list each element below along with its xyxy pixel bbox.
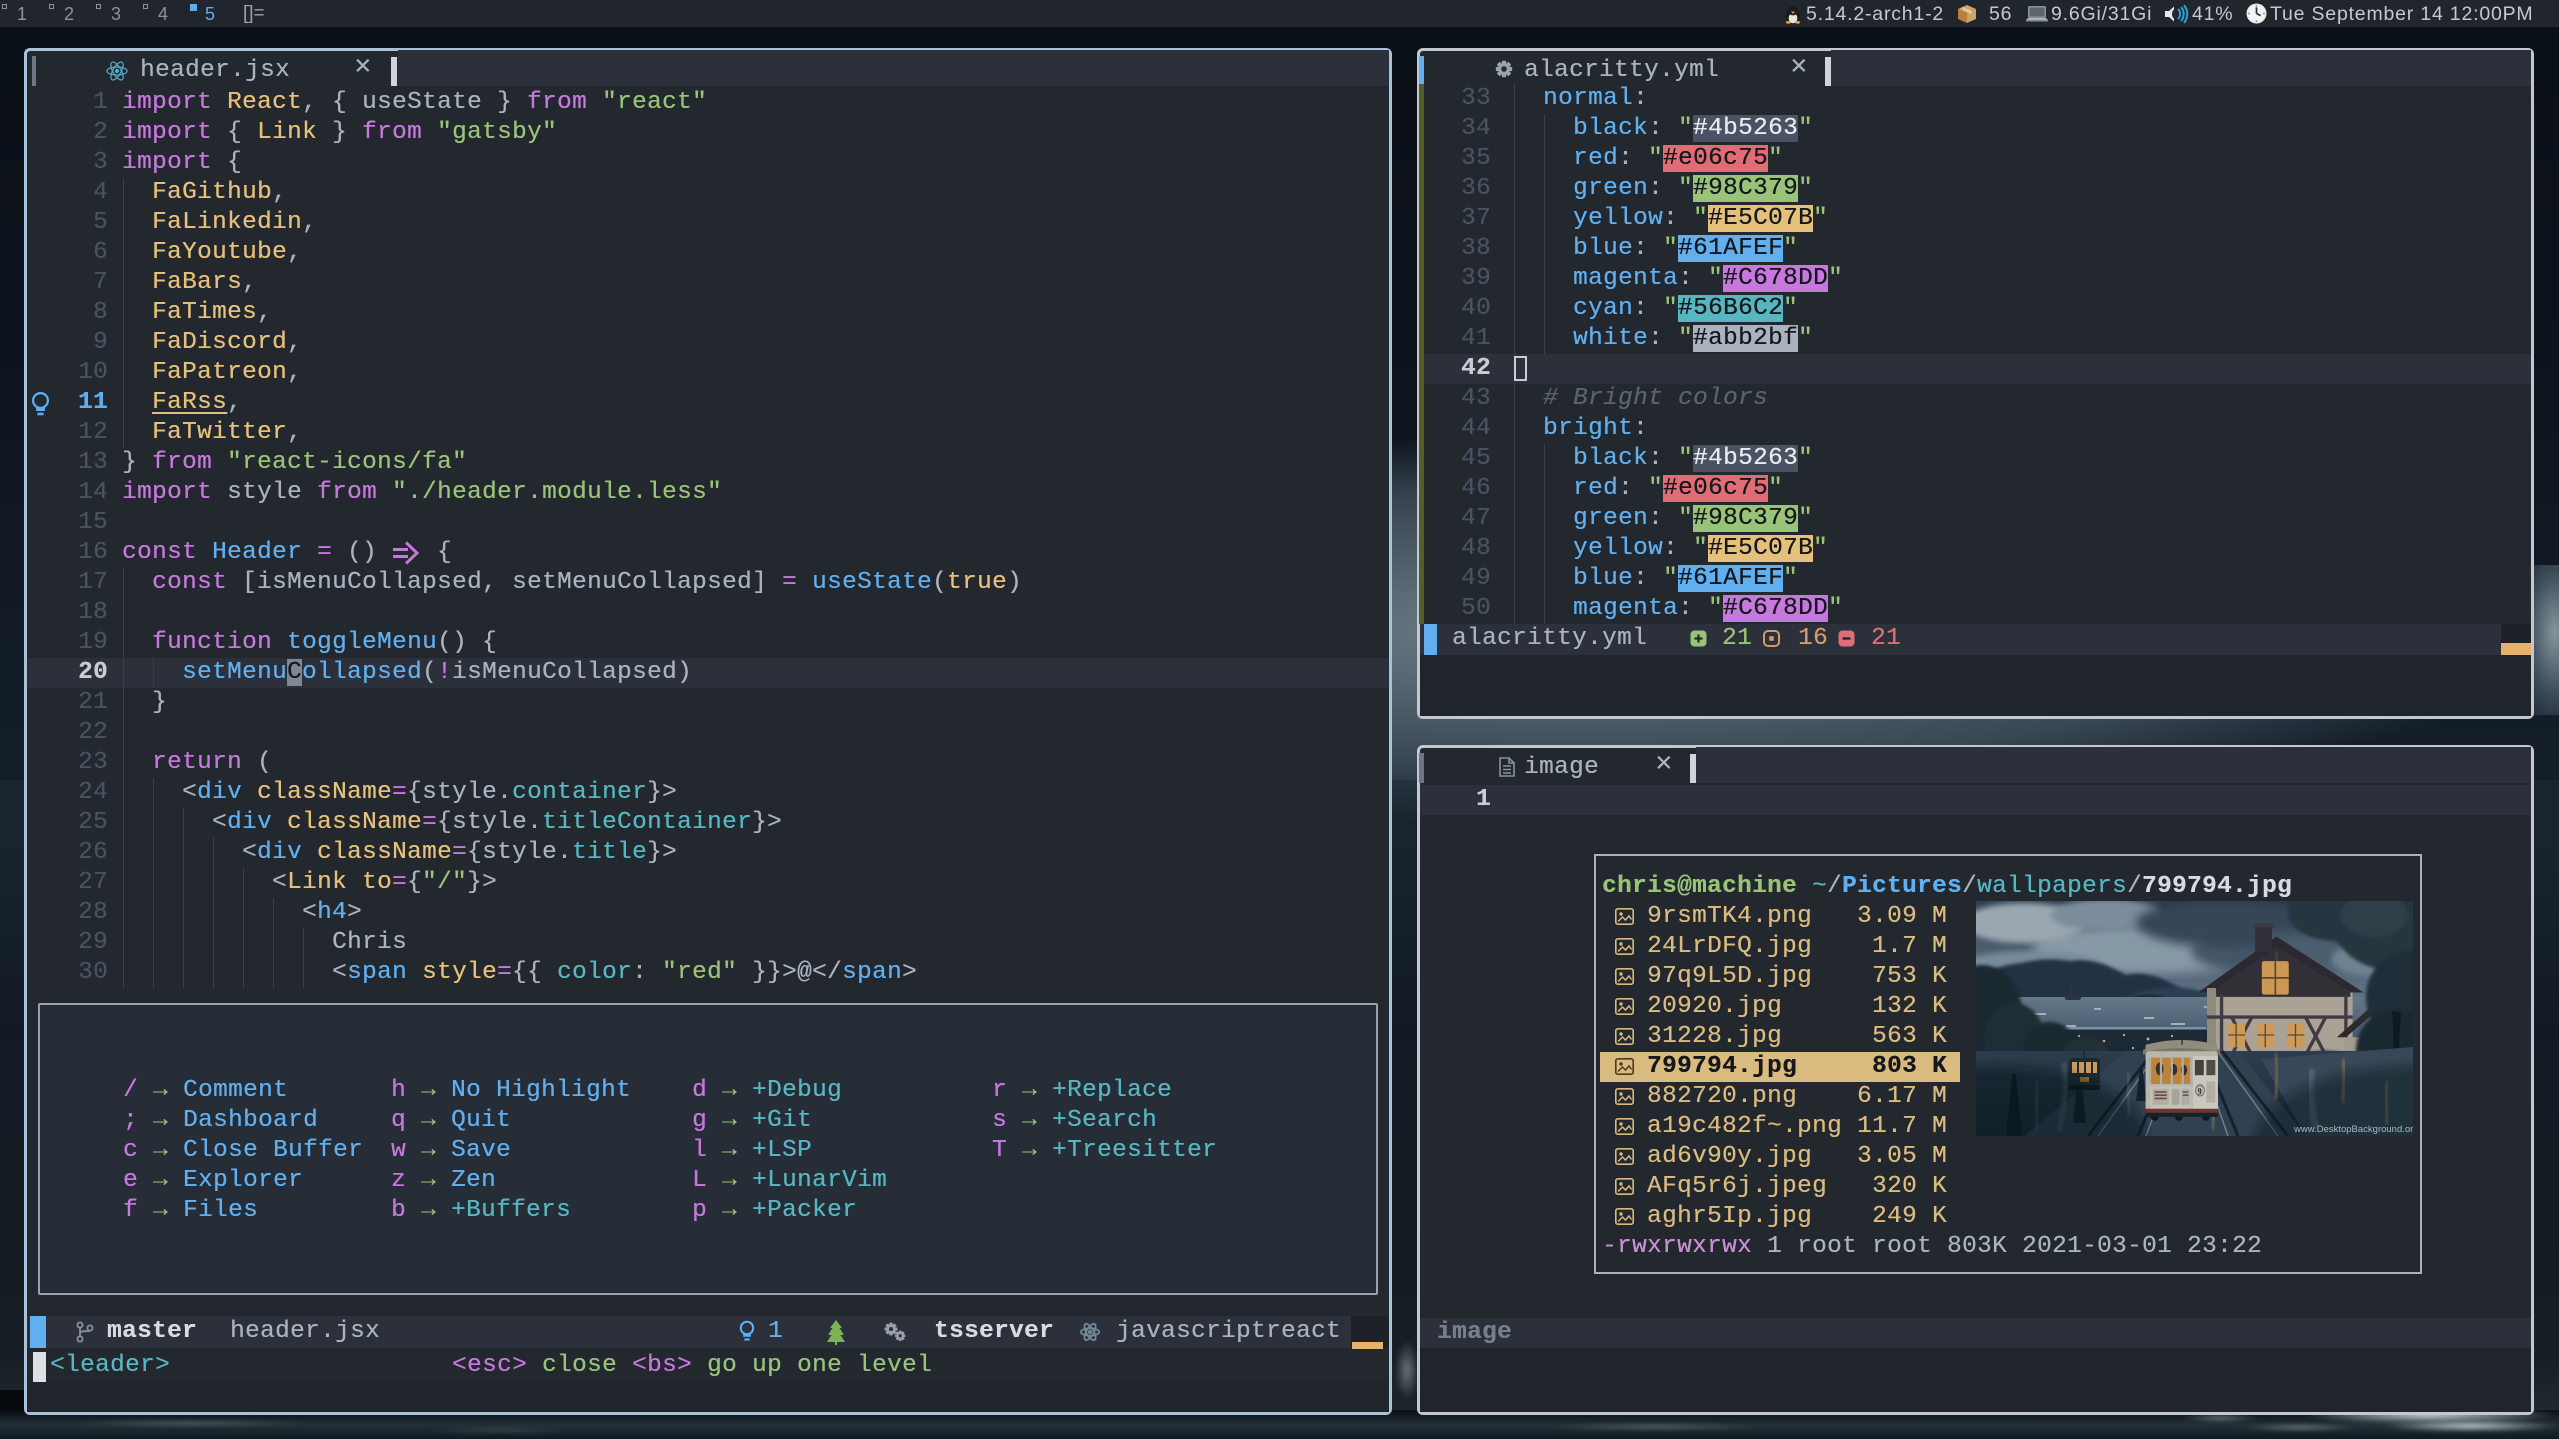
svg-text:www.DesktopBackground.org: www.DesktopBackground.org	[2293, 1124, 2413, 1135]
